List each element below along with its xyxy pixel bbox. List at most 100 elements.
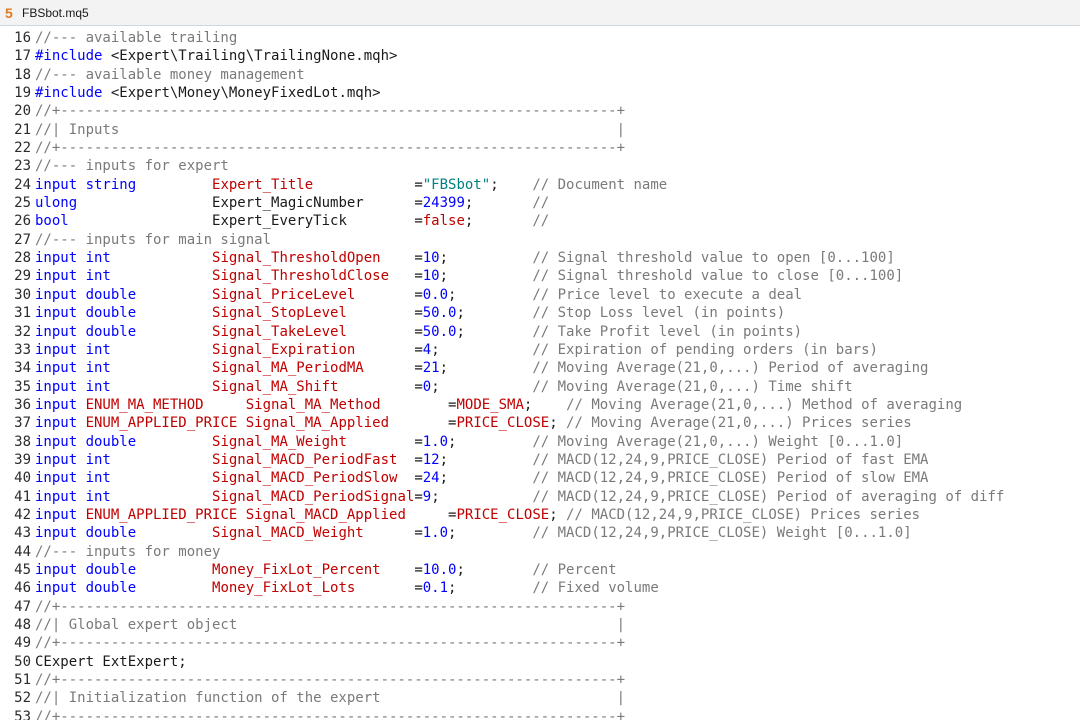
line-number: 41 [14, 488, 31, 505]
code-token: Signal_MACD_Applied [245, 506, 449, 523]
code-token: 9 [422, 488, 432, 505]
code-token: // Fixed volume [532, 580, 659, 597]
code-token: Signal_TakeLevel [212, 323, 415, 340]
code-token: Signal_MA_Weight [212, 433, 415, 450]
code-text: //--- available trailing [35, 29, 237, 47]
code-line[interactable]: 19 #include <Expert\Money\MoneyFixedLot.m… [0, 84, 1080, 102]
code-line[interactable]: 44//--- inputs for money [0, 543, 1080, 561]
line-number: 35 [14, 378, 31, 395]
code-line[interactable]: 34 input int Signal_MA_PeriodMA =21; // M… [0, 359, 1080, 377]
code-token: // Expiration of pending orders (in bars… [532, 341, 878, 358]
code-line[interactable]: 31 input double Signal_StopLevel =50.0; /… [0, 304, 1080, 322]
code-editor[interactable]: 16//--- available trailing 17 #include <Ex… [0, 29, 1080, 720]
code-token: ; [431, 378, 533, 395]
editor-tab-bar: 5 FBSbot.mq5 [0, 0, 1080, 26]
code-line[interactable]: 16//--- available trailing [0, 29, 1080, 47]
code-token: Signal_MACD_PeriodSlow [212, 470, 415, 487]
tab-file-title[interactable]: FBSbot.mq5 [22, 6, 89, 20]
code-token: Signal_MA_PeriodMA [212, 360, 415, 377]
code-line[interactable]: 27//--- inputs for main signal [0, 231, 1080, 249]
code-token: //--- inputs for main signal [35, 231, 272, 248]
code-line[interactable]: 39 input int Signal_MACD_PeriodFast =12; … [0, 451, 1080, 469]
code-token: Expert_MagicNumber [212, 195, 415, 212]
code-line[interactable]: 25 ulong Expert_MagicNumber =24399; // [0, 194, 1080, 212]
code-text: input double Signal_TakeLevel =50.0; // … [35, 323, 802, 341]
code-line[interactable]: 45 input double Money_FixLot_Percent =10.… [0, 561, 1080, 579]
code-text: //| Global expert object | [35, 616, 625, 634]
code-token: // [532, 213, 550, 230]
line-number: 40 [14, 470, 31, 487]
code-token: ; [439, 250, 533, 267]
code-line[interactable]: 22//+-----------------------------------… [0, 139, 1080, 157]
code-token: ; [464, 195, 533, 212]
code-line[interactable]: 48//| Global expert object | [0, 616, 1080, 634]
code-line[interactable]: 23//--- inputs for expert [0, 157, 1080, 175]
code-line[interactable]: 43 input double Signal_MACD_Weight =1.0; … [0, 524, 1080, 542]
code-line[interactable]: 35 input int Signal_MA_Shift =0; // Movin… [0, 378, 1080, 396]
code-token: = [414, 213, 423, 230]
code-token: 0.0 [422, 286, 449, 303]
code-token: 12 [422, 451, 440, 468]
code-token: Signal_MA_Applied [245, 415, 449, 432]
code-token: // Moving Average(21,0,...) Method of av… [566, 396, 963, 413]
code-token: 10.0 [422, 561, 457, 578]
code-token: 24399 [422, 195, 465, 212]
line-number: 21 [14, 121, 31, 138]
code-line[interactable]: 51//+-----------------------------------… [0, 671, 1080, 689]
code-token: // MACD(12,24,9,PRICE_CLOSE) Period of a… [532, 488, 1005, 505]
code-token: ; [448, 580, 533, 597]
code-text: //--- inputs for expert [35, 157, 229, 175]
code-line[interactable]: 20//+-----------------------------------… [0, 102, 1080, 120]
code-line[interactable]: 53 //+-----------------------------------… [0, 708, 1080, 720]
code-token: = [414, 268, 423, 285]
line-number: 32 [14, 323, 31, 340]
code-line[interactable]: 32 input double Signal_TakeLevel =50.0; /… [0, 323, 1080, 341]
code-line[interactable]: 26 bool Expert_EveryTick =false; // [0, 212, 1080, 230]
code-token: ; [439, 268, 533, 285]
code-token: Signal_ThresholdOpen [212, 250, 415, 267]
code-token: #include [35, 85, 103, 102]
code-line[interactable]: 46 input double Money_FixLot_Lots =0.1; /… [0, 579, 1080, 597]
code-token: = [414, 470, 423, 487]
code-token: = [414, 580, 423, 597]
code-token: //+-------------------------------------… [35, 140, 626, 157]
code-line[interactable]: 24 input string Expert_Title ="FBSbot"; /… [0, 176, 1080, 194]
code-token: //+-------------------------------------… [35, 635, 626, 652]
code-line[interactable]: 17 #include <Expert\Trailing\TrailingNone… [0, 47, 1080, 65]
code-line[interactable]: 29 input int Signal_ThresholdClose =10; /… [0, 267, 1080, 285]
line-number: 23 [14, 158, 31, 175]
line-number: 47 [14, 598, 31, 615]
code-token: input int [35, 451, 213, 468]
code-line[interactable]: 49//+-----------------------------------… [0, 634, 1080, 652]
line-number: 19 [14, 85, 31, 102]
line-number: 48 [14, 617, 31, 633]
code-token: ; [456, 323, 533, 340]
code-line[interactable]: 21//| Inputs | [0, 121, 1080, 139]
line-number: 22 [14, 140, 31, 157]
code-line[interactable]: 28 input int Signal_ThresholdOpen =10; //… [0, 249, 1080, 267]
code-text: input int Signal_Expiration =4; // Expir… [35, 341, 878, 359]
code-token: // Percent [532, 561, 617, 578]
code-line[interactable]: 30 input double Signal_PriceLevel =0.0; /… [0, 286, 1080, 304]
code-token: input int [35, 378, 213, 395]
line-number: 26 [14, 213, 31, 230]
code-text: input int Signal_MACD_PeriodFast =12; //… [35, 451, 928, 469]
code-line[interactable]: 18//--- available money management [0, 66, 1080, 84]
code-line[interactable]: 50 CExpert ExtExpert; [0, 653, 1080, 671]
code-line[interactable]: 36 input ENUM_MA_METHOD Signal_MA_Method … [0, 396, 1080, 414]
code-token: #include [35, 48, 103, 65]
code-text: input double Signal_MACD_Weight =1.0; //… [35, 524, 912, 542]
code-line[interactable]: 42 input ENUM_APPLIED_PRICE Signal_MACD_A… [0, 506, 1080, 524]
code-token: = [414, 305, 423, 322]
code-token: Signal_MACD_PeriodFast [212, 451, 415, 468]
code-line[interactable]: 33 input int Signal_Expiration =4; // Exp… [0, 341, 1080, 359]
code-line[interactable]: 38 input double Signal_MA_Weight =1.0; //… [0, 433, 1080, 451]
code-line[interactable]: 40 input int Signal_MACD_PeriodSlow =24; … [0, 469, 1080, 487]
code-text: input int Signal_MACD_PeriodSignal=9; //… [35, 488, 1004, 506]
code-line[interactable]: 41 input int Signal_MACD_PeriodSignal=9; … [0, 488, 1080, 506]
code-line[interactable]: 52//| Initialization function of the exp… [0, 689, 1080, 707]
code-token: PRICE_CLOSE [456, 415, 550, 432]
code-line[interactable]: 47//+-----------------------------------… [0, 598, 1080, 616]
code-line[interactable]: 37 input ENUM_APPLIED_PRICE Signal_MA_App… [0, 414, 1080, 432]
